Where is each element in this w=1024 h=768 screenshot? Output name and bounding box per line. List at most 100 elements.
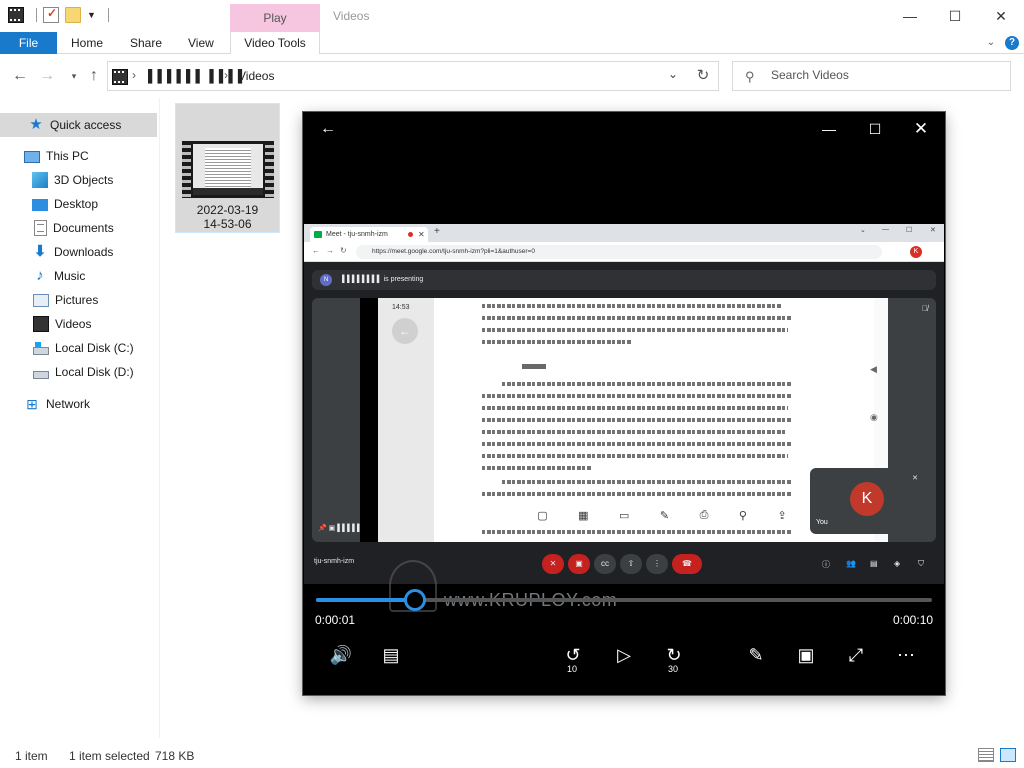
- details-view-icon[interactable]: [978, 748, 994, 762]
- tab-video-tools[interactable]: Video Tools: [230, 32, 320, 54]
- nav-item-label: Music: [54, 269, 86, 283]
- video-frame[interactable]: Meet - tju-snmh-izm ✕ + ⌄ — ☐ ✕ ← → ↻ ht…: [304, 224, 944, 584]
- doc-line: [482, 394, 792, 398]
- player-maximize-button[interactable]: ☐: [864, 118, 886, 140]
- chat-icon: ▤: [870, 559, 878, 568]
- search-box[interactable]: ⚲: [732, 61, 1011, 91]
- film-strip-icon: [265, 141, 274, 198]
- thumbnail-frame: [193, 144, 263, 195]
- tab-view[interactable]: View: [176, 32, 226, 54]
- play-button[interactable]: ▷: [611, 642, 637, 668]
- browser-reload-icon: ↻: [340, 246, 347, 255]
- breadcrumb-separator-icon[interactable]: ›: [132, 68, 136, 82]
- nav-item-network[interactable]: ⊞ Network: [0, 392, 157, 416]
- address-history-chevron-icon[interactable]: ⌄: [668, 67, 678, 81]
- pictures-icon: [33, 293, 49, 307]
- nav-item-music[interactable]: ♪ Music: [0, 264, 157, 288]
- address-bar[interactable]: › ▌▌▌▌▌▌ ▌▌▌▌ › Videos ⌄: [107, 61, 719, 91]
- nav-item-this-pc[interactable]: This PC: [0, 144, 157, 168]
- nav-item-quick-access[interactable]: ★ Quick access: [0, 113, 157, 137]
- skip-forward-button[interactable]: ↻ 30: [661, 642, 687, 674]
- nav-item-documents[interactable]: Documents: [0, 216, 157, 240]
- subtitles-icon[interactable]: ▤: [378, 642, 404, 668]
- nav-item-desktop[interactable]: Desktop: [0, 192, 157, 216]
- selection-count: 1 item selected: [69, 749, 150, 763]
- browser-maximize-icon: ☐: [906, 227, 913, 234]
- browser-tab: Meet - tju-snmh-izm ✕: [310, 227, 428, 242]
- nav-item-downloads[interactable]: ⬇ Downloads: [0, 240, 157, 264]
- navigation-pane: ★ Quick access This PC 3D Objects Deskto…: [0, 98, 160, 738]
- cube-icon: [32, 172, 48, 188]
- nav-item-local-disk-c[interactable]: Local Disk (C:): [0, 336, 157, 360]
- recent-locations-chevron-icon[interactable]: ▾: [64, 66, 84, 86]
- back-arrow-icon[interactable]: ←: [317, 118, 339, 140]
- fullscreen-icon[interactable]: ⤢: [843, 642, 869, 668]
- help-icon[interactable]: ?: [1005, 36, 1019, 50]
- mic-off-icon: 🎙̸: [922, 304, 928, 313]
- skip-forward-seconds: 30: [668, 664, 679, 674]
- nav-item-label: Local Disk (D:): [55, 365, 134, 379]
- nav-item-videos[interactable]: Videos: [0, 312, 157, 336]
- customize-toolbar-chevron-icon[interactable]: ▼: [87, 10, 96, 20]
- tab-home[interactable]: Home: [59, 32, 115, 54]
- nav-item-label: This PC: [46, 149, 89, 163]
- presenter-text: ▌▌▌▌▌▌▌▌ is presenting: [342, 276, 424, 283]
- up-arrow-icon[interactable]: ↑: [84, 66, 104, 86]
- nav-item-label: Videos: [55, 317, 92, 331]
- volume-icon[interactable]: 🔊: [328, 642, 354, 668]
- video-thumbnail: [182, 141, 274, 198]
- large-icons-view-icon[interactable]: [1000, 748, 1016, 762]
- breadcrumb-user[interactable]: ▌▌▌▌▌▌ ▌▌▌▌: [148, 69, 247, 83]
- tab-file[interactable]: File: [0, 32, 57, 54]
- refresh-button[interactable]: ↻: [688, 61, 719, 91]
- minimize-button[interactable]: —: [887, 0, 933, 32]
- breadcrumb-separator-icon[interactable]: ›: [224, 68, 228, 82]
- mic-off-icon: ✕: [542, 554, 564, 574]
- expand-ribbon-chevron-icon[interactable]: ⌄: [982, 32, 1000, 54]
- computer-icon: [24, 151, 40, 163]
- back-arrow-icon[interactable]: ←: [10, 66, 30, 86]
- properties-icon[interactable]: [43, 6, 59, 23]
- nav-item-pictures[interactable]: Pictures: [0, 288, 157, 312]
- document-back-icon: ←: [392, 318, 418, 344]
- breadcrumb-videos[interactable]: Videos: [238, 69, 274, 83]
- current-time: 0:00:01: [315, 613, 356, 627]
- drive-icon: [33, 341, 49, 355]
- document-heading: [522, 364, 546, 369]
- edit-icon: ✎: [659, 509, 670, 522]
- new-folder-icon[interactable]: [65, 7, 81, 23]
- presenting-banner: N ▌▌▌▌▌▌▌▌ is presenting: [312, 270, 936, 290]
- maximize-button[interactable]: ☐: [932, 0, 978, 32]
- doc-line: [482, 340, 632, 344]
- seek-handle[interactable]: [403, 589, 426, 611]
- nav-item-local-disk-d[interactable]: Local Disk (D:): [0, 360, 157, 384]
- nav-item-label: Downloads: [54, 245, 114, 259]
- browser-tab-strip: Meet - tju-snmh-izm ✕ + ⌄ — ☐ ✕: [304, 224, 944, 242]
- print-icon: ⎙: [699, 508, 709, 521]
- search-input[interactable]: [771, 68, 1001, 82]
- skip-back-button[interactable]: ↺ 10: [560, 642, 586, 674]
- more-options-icon[interactable]: ⋯: [893, 642, 919, 668]
- seek-bar[interactable]: [316, 589, 932, 611]
- activities-icon: ◈: [894, 559, 901, 568]
- doc-line: [482, 466, 592, 470]
- nav-item-label: Network: [46, 397, 91, 411]
- pin-icon: 📌 ▣ ▌▌▌▌▌: [318, 525, 363, 532]
- nav-item-3d-objects[interactable]: 3D Objects: [0, 168, 157, 192]
- mini-view-icon[interactable]: ▣: [793, 642, 819, 668]
- captions-icon: cc: [594, 554, 616, 574]
- meet-favicon-icon: [314, 231, 322, 238]
- device-clock: 14:53: [392, 304, 410, 311]
- file-item-video[interactable]: 2022-03-19 14-53-06: [175, 103, 280, 233]
- forward-arrow-icon[interactable]: →: [37, 66, 57, 86]
- browser-back-icon: ←: [312, 246, 320, 255]
- contextual-tab-play: Play: [230, 4, 320, 32]
- tab-share[interactable]: Share: [118, 32, 174, 54]
- doc-line: [482, 304, 782, 308]
- close-button[interactable]: ✕: [978, 0, 1024, 32]
- edit-pen-icon[interactable]: ✎: [743, 642, 769, 668]
- player-minimize-button[interactable]: —: [818, 118, 840, 140]
- player-close-button[interactable]: ✕: [910, 118, 932, 140]
- close-tab-icon: ✕: [418, 230, 425, 239]
- nav-item-label: Pictures: [55, 293, 99, 307]
